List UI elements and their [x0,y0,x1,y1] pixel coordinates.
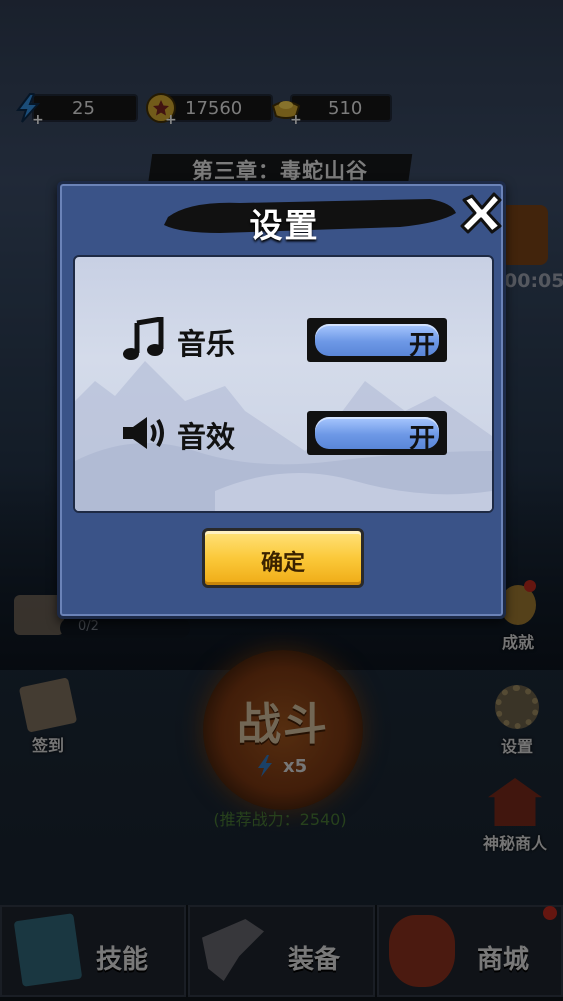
music-note-icon [123,317,164,360]
confirm-label: 确定 [260,551,305,576]
music-label: 音乐 [177,327,236,361]
sfx-label: 音效 [177,420,236,454]
music-state: 开 [408,331,435,361]
sfx-toggle[interactable]: 开 [303,407,451,459]
speaker-icon [123,417,164,449]
confirm-button[interactable]: 确定 [202,528,364,588]
music-toggle[interactable]: 开 [303,314,451,366]
dialog-title: 设置 [249,206,320,245]
settings-dialog: 设置 音乐 开 音效 开 确定 [57,181,506,619]
close-icon[interactable] [458,190,504,236]
settings-panel: 音乐 开 音效 开 [73,255,494,513]
sfx-state: 开 [408,424,435,454]
